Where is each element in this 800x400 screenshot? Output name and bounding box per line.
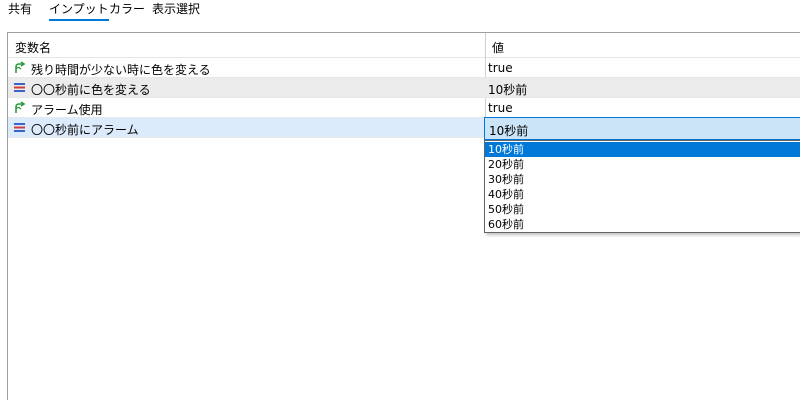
row-name: 〇〇秒前に色を変える — [31, 83, 151, 97]
tab-display-select[interactable]: 表示選択 — [152, 2, 200, 18]
row-value: true — [488, 61, 513, 75]
bool-arrow-icon — [15, 61, 26, 73]
row-name: 〇〇秒前にアラーム — [31, 123, 139, 137]
dropdown-option-50[interactable]: 50秒前 — [485, 202, 800, 217]
value-combobox[interactable]: 10秒前 — [484, 117, 800, 140]
row-name: アラーム使用 — [31, 103, 103, 117]
table-row[interactable]: 〇〇秒前に色を変える 10秒前 — [8, 78, 800, 98]
tab-share[interactable]: 共有 — [8, 2, 32, 18]
value-cell[interactable]: true — [486, 98, 800, 117]
combobox-current-value: 10秒前 — [489, 124, 529, 138]
tab-color[interactable]: カラー — [109, 2, 145, 18]
table-row[interactable]: 残り時間が少ない時に色を変える true — [8, 58, 800, 78]
tab-input[interactable]: インプット — [49, 2, 109, 21]
row-value: true — [488, 101, 513, 115]
dropdown-list: 10秒前 20秒前 30秒前 40秒前 50秒前 60秒前 — [484, 140, 800, 233]
name-cell[interactable]: アラーム使用 — [8, 98, 485, 117]
grid-header: 変数名 値 — [8, 33, 800, 58]
tab-bar: 共有 インプット カラー 表示選択 — [0, 0, 800, 22]
dropdown-option-60[interactable]: 60秒前 — [485, 217, 800, 232]
value-cell[interactable]: true — [486, 58, 800, 77]
name-cell[interactable]: 〇〇秒前にアラーム — [8, 118, 485, 137]
enum-list-icon — [14, 123, 25, 132]
bool-arrow-icon — [15, 101, 26, 113]
dropdown-option-30[interactable]: 30秒前 — [485, 172, 800, 187]
row-value: 10秒前 — [488, 83, 528, 97]
dropdown-option-10[interactable]: 10秒前 — [485, 142, 800, 157]
dropdown-option-40[interactable]: 40秒前 — [485, 187, 800, 202]
row-name: 残り時間が少ない時に色を変える — [31, 63, 211, 77]
table-row[interactable]: アラーム使用 true — [8, 98, 800, 118]
name-cell[interactable]: 残り時間が少ない時に色を変える — [8, 58, 485, 77]
header-value[interactable]: 値 — [492, 39, 504, 56]
dropdown-option-20[interactable]: 20秒前 — [485, 157, 800, 172]
header-variable-name[interactable]: 変数名 — [15, 39, 51, 56]
name-cell[interactable]: 〇〇秒前に色を変える — [8, 78, 485, 97]
enum-list-icon — [14, 83, 25, 92]
value-cell[interactable]: 10秒前 — [486, 78, 800, 97]
